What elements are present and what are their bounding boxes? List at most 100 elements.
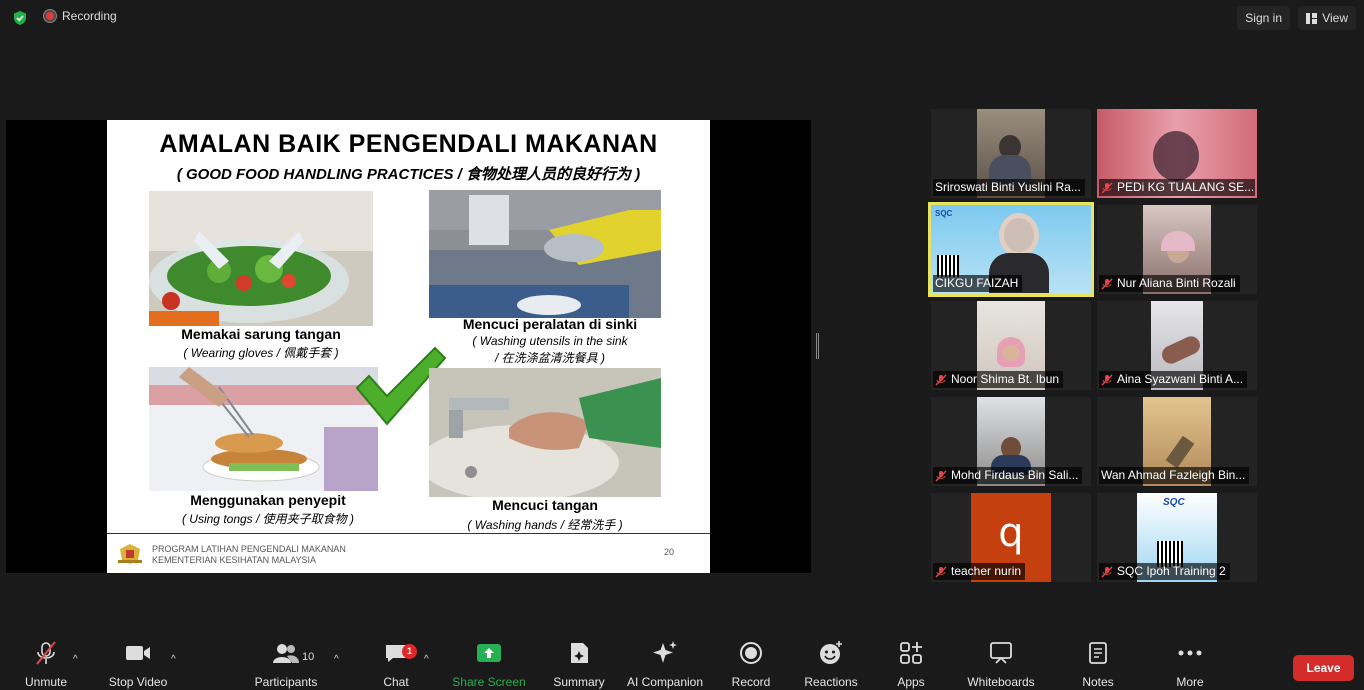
participant-name: Noor Shima Bt. Ibun bbox=[933, 371, 1064, 388]
sink-utensils-photo bbox=[429, 190, 661, 318]
smiley-plus-icon bbox=[820, 641, 842, 664]
footer-line-2: KEMENTERIAN KESIHATAN MALAYSIA bbox=[152, 555, 317, 565]
participants-button[interactable]: 10 Participants bbox=[246, 638, 326, 689]
share-screen-icon bbox=[477, 644, 501, 662]
hand-washing-photo bbox=[429, 368, 661, 497]
participants-count: 10 bbox=[302, 651, 315, 663]
translation-sink-2: / 在洗涤盆清洗餐具 ) bbox=[495, 351, 605, 365]
shield-icon[interactable] bbox=[12, 10, 28, 26]
view-label: View bbox=[1322, 11, 1348, 25]
participant-name: Nur Aliana Binti Rozali bbox=[1099, 275, 1240, 292]
notes-button[interactable]: Notes bbox=[1058, 638, 1138, 689]
participant-tile[interactable]: Nur Aliana Binti Rozali bbox=[1097, 205, 1257, 294]
caption-sink: Mencuci peralatan di sinki bbox=[462, 316, 638, 332]
audio-options-caret-icon[interactable]: ^ bbox=[73, 654, 78, 665]
participant-tile[interactable]: SQC SQC Ipoh Training 2 bbox=[1097, 493, 1257, 582]
participant-name: CIKGU FAIZAH bbox=[933, 275, 1023, 292]
caption-gloves: Memakai sarung tangan bbox=[181, 326, 341, 342]
participant-tile[interactable]: Wan Ahmad Fazleigh Bin... bbox=[1097, 397, 1257, 486]
chat-unread-badge: 1 bbox=[402, 644, 417, 659]
slide-footer-divider bbox=[107, 533, 710, 534]
stop-video-button[interactable]: Stop Video bbox=[98, 638, 178, 689]
view-button[interactable]: View bbox=[1298, 6, 1356, 30]
chat-label: Chat bbox=[383, 675, 409, 689]
slide-subtitle: ( GOOD FOOD HANDLING PRACTICES / 食物处理人员的… bbox=[176, 166, 641, 183]
mic-muted-icon bbox=[935, 469, 947, 482]
participants-label: Participants bbox=[254, 675, 318, 689]
grid-view-icon bbox=[1306, 12, 1318, 24]
gloves-salad-photo bbox=[149, 191, 373, 326]
participants-icon bbox=[273, 644, 299, 663]
slide-page-number: 20 bbox=[663, 547, 674, 557]
avatar-letter: q bbox=[998, 509, 1024, 556]
participant-tile[interactable]: Sriroswati Binti Yuslini Ra... bbox=[931, 109, 1091, 198]
record-button[interactable]: Record bbox=[711, 638, 791, 689]
participant-name: Wan Ahmad Fazleigh Bin... bbox=[1099, 467, 1250, 484]
mic-off-icon bbox=[36, 641, 56, 665]
caption-tongs: Menggunakan penyepit bbox=[190, 492, 346, 508]
participant-tile[interactable]: Mohd Firdaus Bin Sali... bbox=[931, 397, 1091, 486]
reactions-button[interactable]: Reactions bbox=[791, 638, 871, 689]
participants-options-caret-icon[interactable]: ^ bbox=[334, 654, 339, 665]
whiteboards-label: Whiteboards bbox=[967, 675, 1035, 689]
summary-label: Summary bbox=[553, 675, 605, 689]
video-camera-icon bbox=[126, 646, 150, 660]
slide-title: AMALAN BAIK PENGENDALI MAKANAN bbox=[159, 130, 658, 158]
summary-icon bbox=[571, 643, 588, 663]
meeting-toolbar: Unmute ^ Stop Video ^ 10 Participants ^ … bbox=[0, 638, 1364, 690]
presentation-slide: AMALAN BAIK PENGENDALI MAKANAN ( GOOD FO… bbox=[107, 120, 710, 573]
participant-tile[interactable]: Noor Shima Bt. Ibun bbox=[931, 301, 1091, 390]
share-screen-button[interactable]: Share Screen bbox=[449, 638, 529, 689]
more-label: More bbox=[1176, 675, 1204, 689]
mic-muted-icon bbox=[1101, 373, 1113, 386]
translation-sink-1: ( Washing utensils in the sink bbox=[472, 334, 628, 348]
shared-screen[interactable]: AMALAN BAIK PENGENDALI MAKANAN ( GOOD FO… bbox=[6, 120, 811, 573]
apps-button[interactable]: Apps bbox=[871, 638, 951, 689]
slide-footer: PROGRAM LATIHAN PENGENDALI MAKANAN KEMEN… bbox=[152, 544, 346, 566]
ai-sparkle-icon bbox=[653, 641, 677, 663]
whiteboard-icon bbox=[990, 642, 1012, 664]
summary-button[interactable]: Summary bbox=[539, 638, 619, 689]
participant-name: SQC Ipoh Training 2 bbox=[1099, 563, 1230, 580]
leave-button[interactable]: Leave bbox=[1293, 655, 1354, 681]
footer-line-1: PROGRAM LATIHAN PENGENDALI MAKANAN bbox=[152, 544, 346, 554]
participant-tile[interactable]: q teacher nurin bbox=[931, 493, 1091, 582]
mic-muted-icon bbox=[935, 565, 947, 578]
stop-video-label: Stop Video bbox=[108, 675, 168, 689]
participant-name: PEDi KG TUALANG SE... bbox=[1099, 179, 1255, 196]
participant-name: Mohd Firdaus Bin Sali... bbox=[933, 467, 1083, 484]
share-screen-label: Share Screen bbox=[452, 675, 526, 689]
participant-name: Aina Syazwani Binti A... bbox=[1099, 371, 1248, 388]
more-dots-icon bbox=[1178, 650, 1202, 656]
participant-name: teacher nurin bbox=[933, 563, 1026, 580]
caption-hands: Mencuci tangan bbox=[492, 497, 598, 513]
mic-muted-icon bbox=[1101, 565, 1113, 578]
record-icon bbox=[740, 642, 762, 664]
reactions-label: Reactions bbox=[804, 675, 858, 689]
recording-dot-icon bbox=[44, 10, 56, 22]
video-options-caret-icon[interactable]: ^ bbox=[171, 654, 176, 665]
mic-muted-icon bbox=[935, 373, 947, 386]
apps-label: Apps bbox=[897, 675, 925, 689]
recording-label: Recording bbox=[62, 9, 117, 23]
translation-gloves: ( Wearing gloves / 佩戴手套 ) bbox=[183, 346, 339, 360]
translation-hands: ( Washing hands / 经常洗手 ) bbox=[467, 518, 623, 532]
whiteboards-button[interactable]: Whiteboards bbox=[961, 638, 1041, 689]
unmute-label: Unmute bbox=[24, 675, 68, 689]
participant-tile-active-speaker[interactable]: SQC CIKGU FAIZAH bbox=[928, 202, 1094, 297]
recording-indicator[interactable]: Recording bbox=[44, 9, 117, 23]
participant-tile[interactable]: Aina Syazwani Binti A... bbox=[1097, 301, 1257, 390]
notes-icon bbox=[1089, 642, 1107, 664]
chat-options-caret-icon[interactable]: ^ bbox=[424, 654, 429, 665]
top-bar: Recording Sign in View bbox=[0, 0, 1364, 36]
malaysia-crest-logo bbox=[118, 544, 142, 564]
notes-label: Notes bbox=[1082, 675, 1114, 689]
participant-tile[interactable]: PEDi KG TUALANG SE... bbox=[1097, 109, 1257, 198]
sign-in-button[interactable]: Sign in bbox=[1237, 6, 1290, 30]
ai-companion-button[interactable]: AI Companion bbox=[625, 638, 705, 689]
tongs-photo bbox=[149, 367, 378, 491]
translation-tongs: ( Using tongs / 使用夹子取食物 ) bbox=[181, 512, 355, 526]
resize-handle[interactable] bbox=[816, 333, 819, 359]
mic-muted-icon bbox=[1101, 277, 1113, 290]
more-button[interactable]: More bbox=[1150, 638, 1230, 689]
